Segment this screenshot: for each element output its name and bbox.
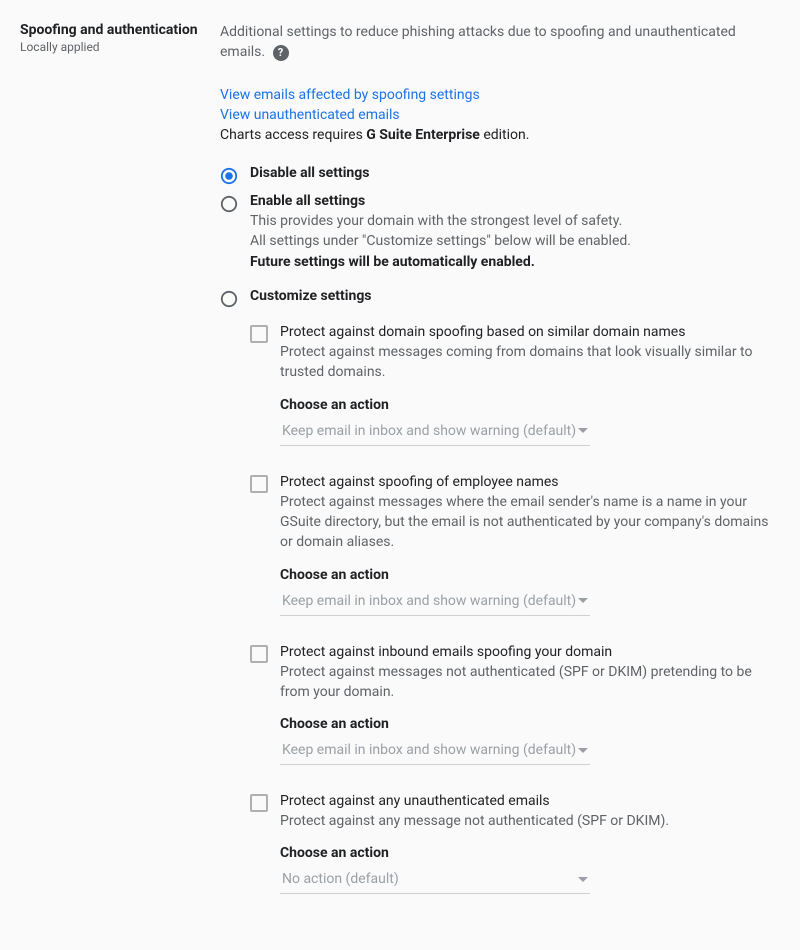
checkbox-item-3[interactable] [250, 794, 268, 812]
action-label-2: Choose an action [280, 716, 590, 732]
chevron-down-icon [578, 748, 588, 753]
checkbox-item-2[interactable] [250, 645, 268, 663]
item-desc-1: Protect against messages where the email… [280, 492, 780, 553]
action-label-3: Choose an action [280, 845, 590, 861]
checkbox-item-0[interactable] [250, 325, 268, 343]
item-desc-2: Protect against messages not authenticat… [280, 662, 780, 703]
item-title-1: Protect against spoofing of employee nam… [280, 474, 780, 490]
radio-enable-note-2: All settings under "Customize settings" … [250, 231, 631, 251]
action-label-1: Choose an action [280, 567, 590, 583]
section-title: Spoofing and authentication [20, 22, 200, 38]
radio-enable-note-1: This provides your domain with the stron… [250, 211, 631, 231]
section-description-row: Additional settings to reduce phishing a… [220, 22, 780, 63]
radio-customize-label: Customize settings [250, 288, 372, 304]
item-title-2: Protect against inbound emails spoofing … [280, 644, 780, 660]
link-unauth-emails[interactable]: View unauthenticated emails [220, 105, 780, 125]
charts-note: Charts access requires G Suite Enterpris… [220, 127, 780, 143]
chevron-down-icon [578, 877, 588, 882]
radio-customize[interactable] [220, 290, 238, 308]
radio-disable-all[interactable] [220, 167, 238, 185]
radio-disable-label: Disable all settings [250, 165, 369, 181]
chevron-down-icon [578, 598, 588, 603]
item-desc-3: Protect against any message not authenti… [280, 811, 780, 831]
action-select-3[interactable]: No action (default) [280, 867, 590, 894]
link-spoofing-emails[interactable]: View emails affected by spoofing setting… [220, 85, 780, 105]
radio-enable-note-3: Future settings will be automatically en… [250, 252, 631, 272]
action-select-value-0: Keep email in inbox and show warning (de… [282, 423, 576, 439]
item-title-3: Protect against any unauthenticated emai… [280, 793, 780, 809]
section-scope: Locally applied [20, 40, 200, 54]
section-description: Additional settings to reduce phishing a… [220, 24, 736, 60]
action-select-1[interactable]: Keep email in inbox and show warning (de… [280, 589, 590, 616]
checkbox-item-1[interactable] [250, 475, 268, 493]
action-select-2[interactable]: Keep email in inbox and show warning (de… [280, 738, 590, 765]
radio-enable-label: Enable all settings [250, 193, 365, 209]
radio-enable-all[interactable] [220, 195, 238, 213]
help-icon[interactable]: ? [273, 45, 289, 61]
action-select-value-3: No action (default) [282, 871, 399, 887]
action-select-value-2: Keep email in inbox and show warning (de… [282, 742, 576, 758]
item-desc-0: Protect against messages coming from dom… [280, 342, 780, 383]
action-select-value-1: Keep email in inbox and show warning (de… [282, 593, 576, 609]
section-meta: Spoofing and authentication Locally appl… [20, 22, 200, 910]
chevron-down-icon [578, 428, 588, 433]
action-select-0[interactable]: Keep email in inbox and show warning (de… [280, 419, 590, 446]
action-label-0: Choose an action [280, 397, 590, 413]
item-title-0: Protect against domain spoofing based on… [280, 324, 780, 340]
